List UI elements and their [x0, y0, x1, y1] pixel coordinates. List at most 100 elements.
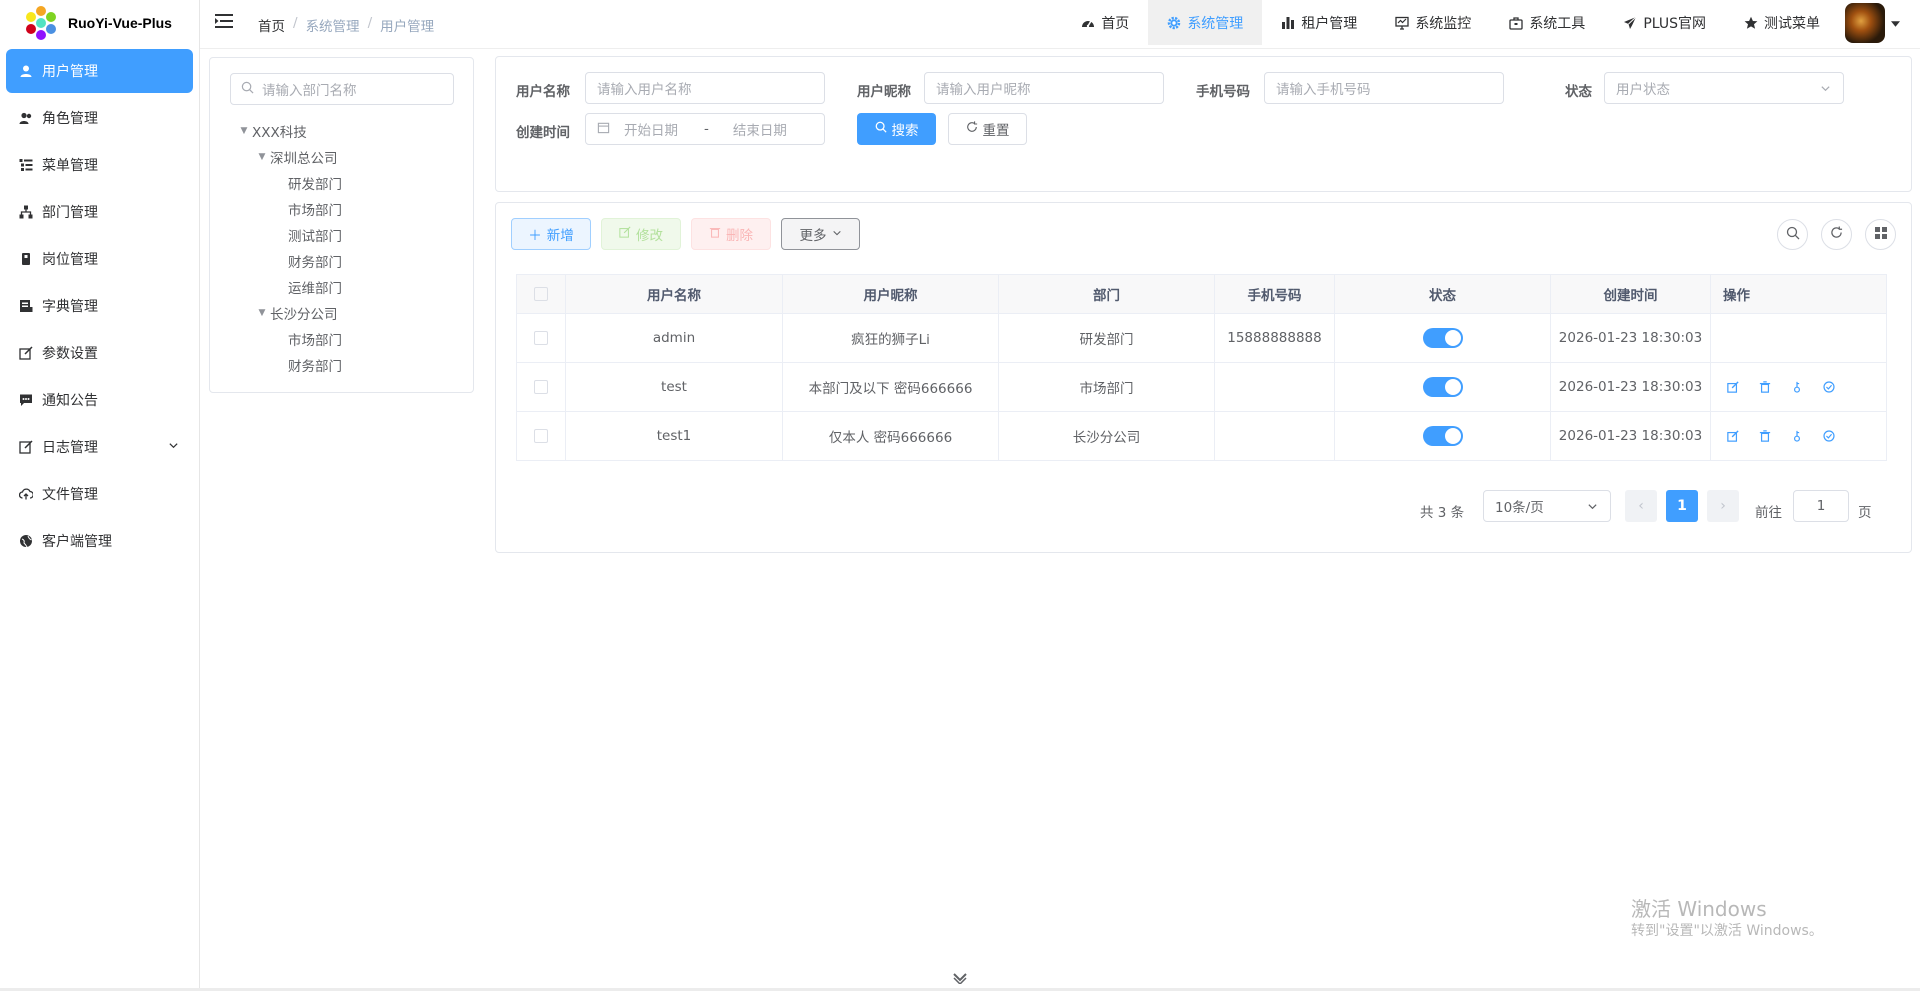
tree-node-label: 长沙分公司 [270, 307, 338, 323]
nickname-input[interactable]: 请输入用户昵称 [924, 72, 1164, 104]
sidebar-item-6[interactable]: 字典管理 [6, 284, 193, 328]
system-icon [1167, 16, 1181, 30]
status-cell [1334, 313, 1551, 363]
page-number-button[interactable]: 1 [1666, 490, 1698, 522]
tree-node[interactable]: 测试部门 [236, 222, 342, 248]
page-size-select[interactable]: 10条/页 [1483, 490, 1611, 522]
top-menu-item-4[interactable]: 系统监控 [1376, 0, 1490, 45]
delete-icon[interactable] [1757, 428, 1773, 444]
sidebar-item-9[interactable]: 日志管理 [6, 425, 193, 469]
phone-input[interactable]: 请输入手机号码 [1264, 72, 1504, 104]
toggle-search-button[interactable] [1777, 219, 1808, 250]
caret-down-icon[interactable]: ▼ [236, 126, 252, 136]
top-menu-item-5[interactable]: 系统工具 [1490, 0, 1604, 45]
tree-node[interactable]: ▼ XXX科技 [236, 118, 342, 144]
sidebar-item-2[interactable]: 角色管理 [6, 96, 193, 140]
sidebar-item-10[interactable]: 文件管理 [6, 472, 193, 516]
top-menu-item-6[interactable]: PLUS官网 [1604, 0, 1725, 45]
chevron-down-icon[interactable] [947, 968, 973, 988]
edit-button[interactable]: 修改 [601, 218, 681, 250]
tree-node[interactable]: 研发部门 [236, 170, 342, 196]
search-button[interactable]: 搜索 [857, 113, 936, 145]
next-page-button[interactable]: › [1707, 490, 1739, 522]
logo-icon [24, 5, 58, 40]
row-checkbox[interactable] [534, 380, 548, 394]
refresh-table-button[interactable] [1821, 219, 1852, 250]
key-icon[interactable] [1789, 379, 1805, 395]
dept-cell: 长沙分公司 [998, 411, 1215, 461]
tree-node-label: 财务部门 [288, 359, 342, 375]
select-cell [516, 313, 566, 363]
chevron-down-icon [168, 439, 179, 455]
edit-icon[interactable] [1725, 379, 1741, 395]
end-date-placeholder[interactable]: 结束日期 [733, 119, 787, 139]
nickname-placeholder: 请输入用户昵称 [936, 82, 1031, 98]
column-header[interactable]: 用户名称 [565, 274, 783, 314]
row-checkbox[interactable] [534, 429, 548, 443]
sidebar-item-label: 客户端管理 [42, 534, 112, 550]
tree-node[interactable]: ▼ 长沙分公司 [236, 300, 342, 326]
caret-down-icon [1891, 15, 1900, 31]
sidebar-item-3[interactable]: 菜单管理 [6, 143, 193, 187]
delete-button-label: 删除 [726, 228, 753, 244]
more-dropdown[interactable]: 更多 [781, 218, 860, 250]
sidebar-item-1[interactable]: 用户管理 [6, 49, 193, 93]
column-header[interactable]: 创建时间 [1550, 274, 1711, 314]
circle-check-icon[interactable] [1821, 379, 1837, 395]
add-button[interactable]: ＋ 新增 [511, 218, 591, 250]
status-switch[interactable] [1422, 377, 1463, 397]
tree-table-icon [18, 157, 34, 173]
caret-down-icon[interactable]: ▼ [254, 308, 270, 318]
edit-icon[interactable] [1725, 428, 1741, 444]
column-header[interactable]: 手机号码 [1214, 274, 1335, 314]
circle-check-icon[interactable] [1821, 428, 1837, 444]
tree-node-label: 研发部门 [288, 177, 342, 193]
app-logo[interactable]: RuoYi-Vue-Plus [0, 0, 199, 45]
username-input[interactable]: 请输入用户名称 [585, 72, 825, 104]
search-icon [875, 121, 887, 137]
column-settings-button[interactable] [1865, 219, 1896, 250]
tree-node[interactable]: 财务部门 [236, 248, 342, 274]
status-switch[interactable] [1422, 426, 1463, 446]
sidebar-item-4[interactable]: 部门管理 [6, 190, 193, 234]
row-checkbox[interactable] [534, 331, 548, 345]
user-avatar-dropdown[interactable] [1845, 2, 1900, 43]
goto-page-input[interactable]: 1 [1793, 490, 1849, 522]
username-placeholder: 请输入用户名称 [597, 82, 692, 98]
start-date-placeholder[interactable]: 开始日期 [624, 119, 694, 139]
select-all-checkbox[interactable] [534, 287, 548, 301]
top-menu-item-1[interactable]: 首页 [1062, 0, 1148, 45]
prev-page-button[interactable]: ‹ [1625, 490, 1657, 522]
top-menu-item-7[interactable]: 测试菜单 [1725, 0, 1839, 45]
column-header[interactable]: 状态 [1334, 274, 1551, 314]
delete-icon[interactable] [1757, 379, 1773, 395]
post-icon [18, 251, 34, 267]
row-actions [1711, 379, 1886, 395]
reset-button[interactable]: 重置 [948, 113, 1027, 145]
sidebar-item-label: 参数设置 [42, 346, 98, 362]
tree-node[interactable]: 市场部门 [236, 196, 342, 222]
column-header[interactable]: 部门 [998, 274, 1215, 314]
top-menu-item-3[interactable]: 租户管理 [1262, 0, 1376, 45]
status-switch[interactable] [1422, 328, 1463, 348]
hamburger-icon[interactable] [215, 13, 235, 33]
tree-node[interactable]: 财务部门 [236, 352, 342, 378]
tree-node[interactable]: 市场部门 [236, 326, 342, 352]
date-range-picker[interactable]: 开始日期 - 结束日期 [585, 113, 825, 145]
top-menu-item-2[interactable]: 系统管理 [1148, 0, 1263, 45]
sidebar-item-8[interactable]: 通知公告 [6, 378, 193, 422]
tree-node[interactable]: 运维部门 [236, 274, 342, 300]
sidebar-item-11[interactable]: 客户端管理 [6, 519, 193, 563]
sidebar-item-5[interactable]: 岗位管理 [6, 237, 193, 281]
column-header[interactable]: 用户昵称 [782, 274, 999, 314]
dept-search-input[interactable]: 请输入部门名称 [230, 73, 454, 105]
caret-down-icon[interactable]: ▼ [254, 152, 270, 162]
status-select[interactable]: 用户状态 [1604, 72, 1844, 104]
delete-button[interactable]: 删除 [691, 218, 771, 250]
chart-icon [1281, 16, 1295, 30]
status-placeholder: 用户状态 [1616, 82, 1670, 98]
key-icon[interactable] [1789, 428, 1805, 444]
tree-node[interactable]: ▼ 深圳总公司 [236, 144, 342, 170]
sidebar-item-7[interactable]: 参数设置 [6, 331, 193, 375]
breadcrumb-home[interactable]: 首页 [258, 15, 285, 35]
